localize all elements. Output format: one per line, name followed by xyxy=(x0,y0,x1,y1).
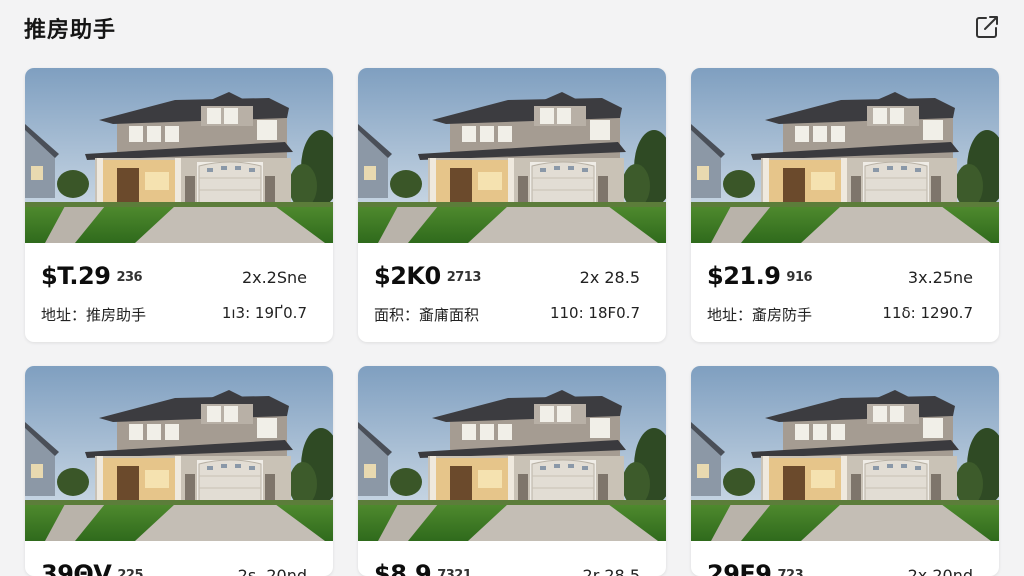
info-row: 地址：齑房防手 11δ: 1290.7 xyxy=(707,304,983,328)
room-count: 2x.20nd xyxy=(907,566,973,576)
listing-card[interactable]: $21.9 916 3x.25ne 地址：齑房防手 11δ: 1290.7 xyxy=(691,68,999,342)
price-row: 29E9 723 2x.20nd xyxy=(707,560,983,576)
house-photo xyxy=(25,68,333,243)
listing-price: 39ΘV 225 xyxy=(41,560,144,576)
share-icon xyxy=(976,16,998,38)
app-header: 推房助手 xyxy=(0,0,1024,56)
price-row: 39ΘV 225 2s. 20nd xyxy=(41,560,317,576)
info-row: 地址：推房助手 1ı3: 19Ґ0.7 xyxy=(41,304,317,328)
listing-price: $8.9 7321 xyxy=(374,560,472,576)
info-row: 面积：齑庯面积 110: 18F0.7 xyxy=(374,304,650,328)
price-suffix: 2713 xyxy=(446,270,482,285)
price-suffix: 236 xyxy=(116,270,143,285)
listing-price: $21.9 916 xyxy=(707,262,813,290)
house-photo xyxy=(358,68,666,243)
share-button[interactable] xyxy=(974,14,1000,40)
house-photo xyxy=(691,68,999,243)
price-row: $2K0 2713 2x 28.5 xyxy=(374,262,650,294)
price-row: $21.9 916 3x.25ne xyxy=(707,262,983,294)
price-suffix: 723 xyxy=(777,568,804,576)
price-row: $T.29 236 2x.2Sne xyxy=(41,262,317,294)
house-photo xyxy=(25,366,333,541)
listing-card[interactable]: $8.9 7321 2r 28.5 xyxy=(358,366,666,576)
listing-area: 110: 18F0.7 xyxy=(549,304,640,322)
room-count: 2x 28.5 xyxy=(579,268,640,287)
listing-price: $T.29 236 xyxy=(41,262,143,290)
room-count: 2s. 20nd xyxy=(237,566,307,576)
house-photo xyxy=(691,366,999,541)
listing-price: $2K0 2713 xyxy=(374,262,481,290)
house-photo xyxy=(358,366,666,541)
room-count: 2r 28.5 xyxy=(582,566,640,576)
listing-address: 地址：齑房防手 xyxy=(707,306,813,324)
listing-card[interactable]: 29E9 723 2x.20nd xyxy=(691,366,999,576)
listing-card[interactable]: 39ΘV 225 2s. 20nd xyxy=(25,366,333,576)
price-suffix: 225 xyxy=(117,568,144,576)
listing-area: 11δ: 1290.7 xyxy=(882,304,973,322)
listing-address: 地址：推房助手 xyxy=(41,306,147,324)
room-count: 3x.25ne xyxy=(907,268,973,287)
room-count: 2x.2Sne xyxy=(241,268,307,287)
price-suffix: 916 xyxy=(786,270,813,285)
price-row: $8.9 7321 2r 28.5 xyxy=(374,560,650,576)
listing-card[interactable]: $2K0 2713 2x 28.5 面积：齑庯面积 110: 18F0.7 xyxy=(358,68,666,342)
listing-price: 29E9 723 xyxy=(707,560,804,576)
price-suffix: 7321 xyxy=(437,568,472,576)
listing-card[interactable]: $T.29 236 2x.2Sne 地址：推房助手 1ı3: 19Ґ0.7 xyxy=(25,68,333,342)
listing-area: 1ı3: 19Ґ0.7 xyxy=(221,304,307,322)
app-title: 推房助手 xyxy=(24,18,117,43)
listing-address: 面积：齑庯面积 xyxy=(374,306,480,324)
